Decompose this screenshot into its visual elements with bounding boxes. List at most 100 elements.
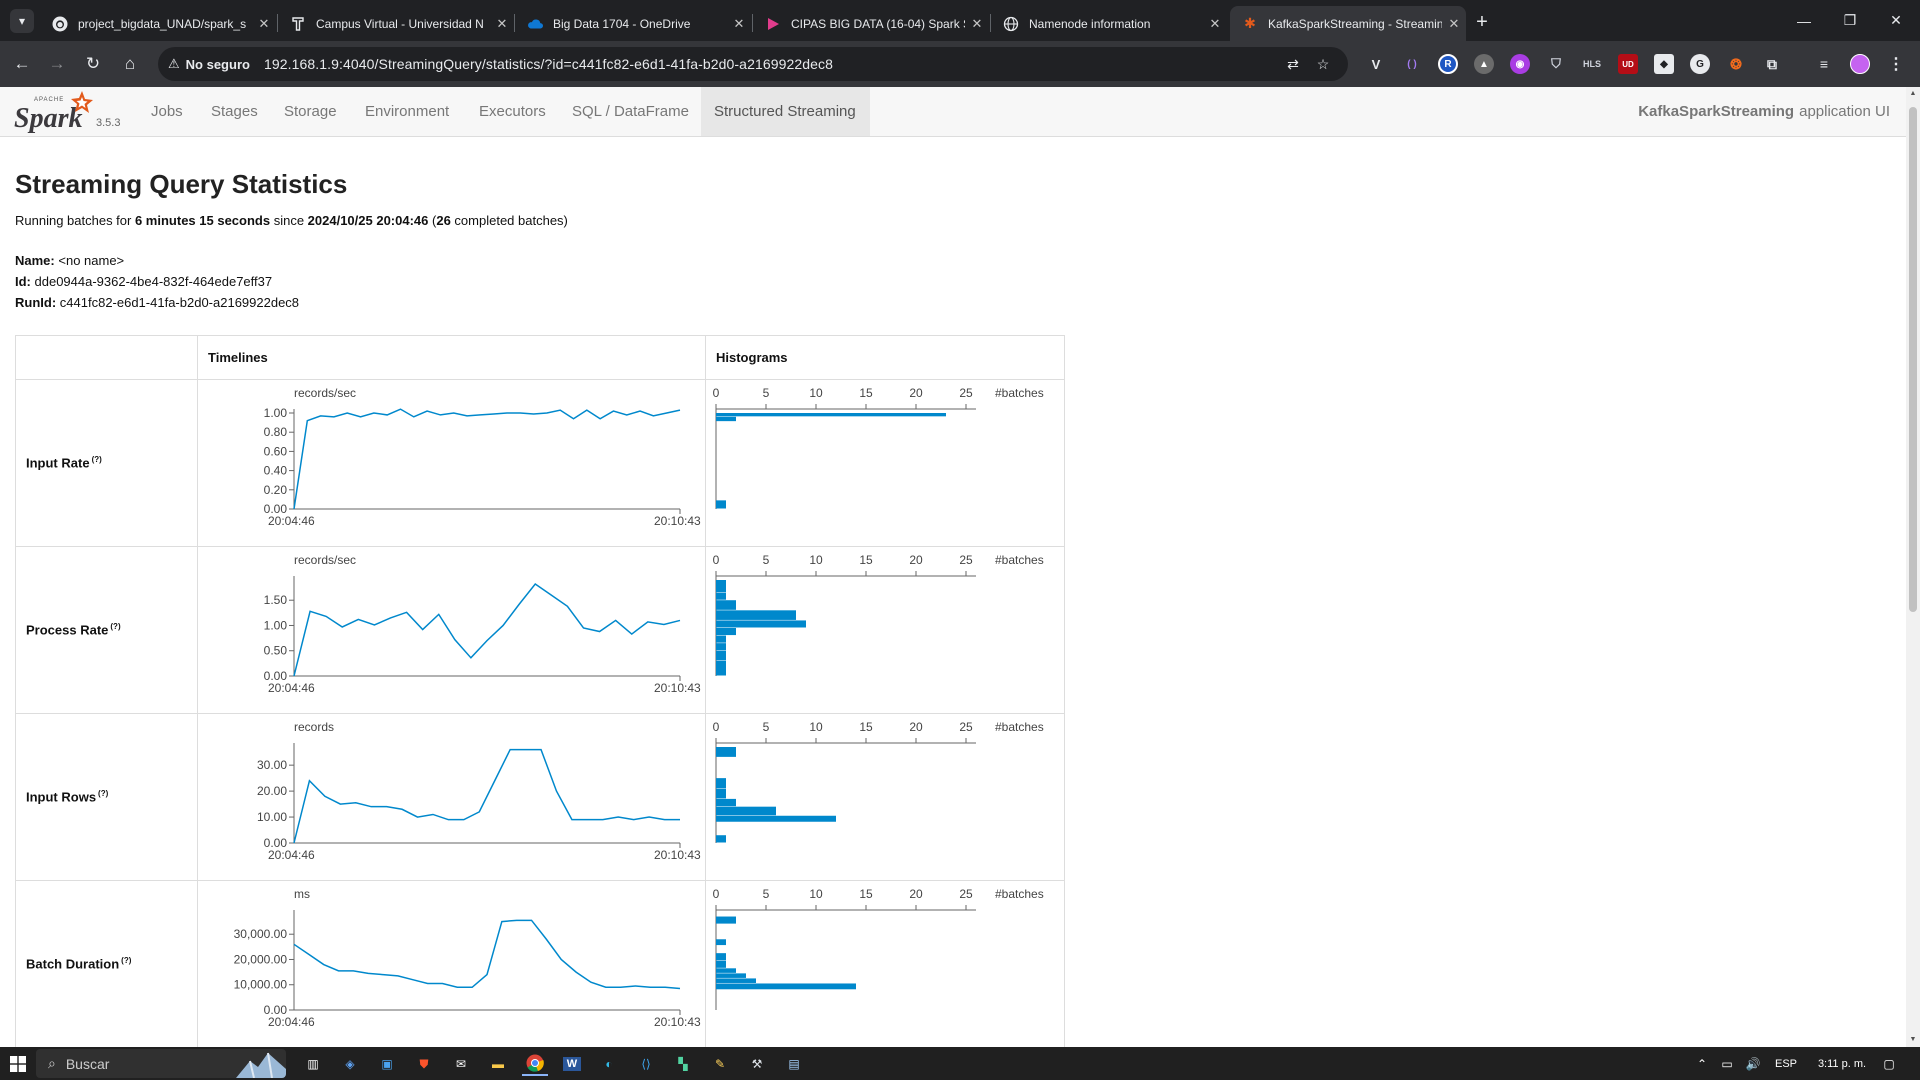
search-placeholder: Buscar (65, 1055, 110, 1072)
scroll-down-icon[interactable]: ▼ (1906, 1033, 1920, 1047)
histogram-process-rate-cell: 0 5 10 15 20 25 #batches (705, 546, 1065, 714)
tools-icon[interactable]: ⚒ (744, 1052, 770, 1076)
tab-cipas[interactable]: CIPAS BIG DATA (16-04) Spark S ✕ (753, 6, 989, 41)
chrome-icon[interactable] (522, 1052, 548, 1076)
box-extension-icon[interactable]: ◆ (1654, 54, 1674, 74)
ublock-extension-icon[interactable]: UD (1618, 54, 1638, 74)
scroll-up-icon[interactable]: ▲ (1906, 87, 1920, 101)
tab-onedrive[interactable]: Big Data 1704 - OneDrive ✕ (515, 6, 751, 41)
clock[interactable]: 3:11 p. m. (1812, 1052, 1872, 1076)
data-point (572, 416, 576, 420)
close-icon[interactable]: ✕ (1442, 16, 1466, 32)
taskbar-search[interactable]: ⌕ Buscar (36, 1049, 286, 1078)
profile-extension-icon[interactable]: R (1438, 54, 1458, 74)
media-control-icon[interactable]: ≡ (1814, 54, 1834, 74)
help-icon[interactable]: (?) (98, 789, 108, 798)
tab-namenode[interactable]: Namenode information ✕ (991, 6, 1227, 41)
histograms-header: Histograms (705, 335, 1065, 380)
bookmark-star-icon[interactable]: ☆ (1313, 54, 1333, 74)
grammarly-extension-icon[interactable]: G (1690, 54, 1710, 74)
nav-jobs[interactable]: Jobs (138, 87, 196, 136)
plus-icon: + (1476, 10, 1488, 33)
data-point (505, 411, 509, 415)
app-icon[interactable]: ▚ (670, 1052, 696, 1076)
home-button[interactable]: ⌂ (115, 49, 145, 79)
task-view-icon[interactable]: ▥ (300, 1052, 326, 1076)
help-icon[interactable]: (?) (92, 455, 102, 464)
data-point (647, 815, 651, 819)
tab-search-button[interactable]: ▾ (10, 9, 34, 33)
nav-storage[interactable]: Storage (271, 87, 350, 136)
security-indicator[interactable]: ⚠ No seguro (168, 56, 260, 72)
nav-sql-dataframe[interactable]: SQL / DataFrame (559, 87, 702, 136)
paint-icon[interactable]: ✎ (707, 1052, 733, 1076)
start-button[interactable] (6, 1052, 30, 1076)
code-extension-icon[interactable]: ( ) (1402, 54, 1422, 74)
shield-extension-icon[interactable]: ⛉ (1546, 54, 1566, 74)
y-tick-label: 0.50 (264, 643, 288, 657)
timeline-input-rate[interactable]: records/sec0.000.200.400.600.801.0020:04… (198, 381, 704, 546)
store-icon[interactable]: ▣ (374, 1052, 400, 1076)
avatar[interactable] (1850, 54, 1870, 74)
volume-icon[interactable]: 🔊 (1742, 1052, 1764, 1076)
close-icon[interactable]: ✕ (1203, 16, 1227, 32)
raven-extension-icon[interactable]: ▲ (1474, 54, 1494, 74)
help-icon[interactable]: (?) (110, 622, 120, 631)
brave-icon[interactable]: ⛊ (411, 1052, 437, 1076)
vertical-scrollbar[interactable]: ▲ ▼ (1906, 87, 1920, 1047)
close-window-button[interactable]: ✕ (1873, 0, 1919, 41)
scrollbar-thumb[interactable] (1909, 107, 1917, 612)
vscode-icon[interactable]: ⟨⟩ (633, 1052, 659, 1076)
word-icon[interactable]: W (562, 1057, 582, 1071)
nav-environment[interactable]: Environment (352, 87, 462, 136)
data-point (366, 971, 370, 975)
swirl-extension-icon[interactable]: ❂ (1726, 54, 1746, 74)
close-icon[interactable]: ✕ (490, 16, 514, 32)
tab-kafka-spark-streaming[interactable]: ✱ KafkaSparkStreaming - Streamin ✕ (1230, 6, 1466, 41)
hist-x-tick-label: 15 (859, 887, 873, 901)
extensions-puzzle-icon[interactable]: ⧉ (1762, 54, 1782, 74)
translate-icon[interactable]: ⇄ (1283, 54, 1303, 74)
summary-suffix: completed batches) (450, 213, 568, 228)
close-icon[interactable]: ✕ (965, 16, 989, 32)
histogram-input-rows[interactable]: 0 5 10 15 20 25 #batches (706, 715, 1063, 880)
reload-button[interactable]: ↻ (78, 49, 108, 79)
data-point (544, 937, 548, 941)
language-indicator[interactable]: ESP (1770, 1052, 1802, 1076)
mail-icon[interactable]: ✉ (448, 1052, 474, 1076)
hls-extension-icon[interactable]: HLS (1582, 54, 1602, 74)
notepad-icon[interactable]: ▤ (781, 1052, 807, 1076)
histogram-process-rate[interactable]: 0 5 10 15 20 25 #batches (706, 548, 1063, 713)
histogram-batch-duration[interactable]: 0 5 10 15 20 25 #batches (706, 882, 1063, 1047)
close-icon[interactable]: ✕ (727, 16, 751, 32)
file-explorer-icon[interactable]: ▬ (485, 1052, 511, 1076)
vivaldi-extension-icon[interactable]: V (1366, 54, 1386, 74)
tray-chevron-icon[interactable]: ⌃ (1694, 1052, 1710, 1076)
metric-input-rows: Input Rows (?) (14, 713, 199, 881)
timeline-process-rate[interactable]: records/sec0.000.501.001.5020:04:46 20:10… (198, 548, 704, 713)
menu-kebab-icon[interactable]: ⋮ (1886, 54, 1906, 74)
network-icon[interactable]: ▭ (1716, 1052, 1738, 1076)
purple-extension-icon[interactable]: ◉ (1510, 54, 1530, 74)
copilot-icon[interactable]: ◈ (337, 1052, 363, 1076)
notifications-icon[interactable]: ▢ (1878, 1052, 1900, 1076)
restore-button[interactable]: ❐ (1827, 0, 1873, 41)
edge-icon[interactable]: ◐ (596, 1052, 622, 1076)
minimize-button[interactable]: — (1781, 0, 1827, 41)
histogram-input-rate[interactable]: 0 5 10 15 20 25 #batches (706, 381, 1063, 546)
close-icon[interactable]: ✕ (252, 16, 276, 32)
timeline-batch-duration[interactable]: ms0.0010,000.0020,000.0030,000.0020:04:4… (198, 882, 704, 1047)
new-tab-button[interactable]: + (1468, 8, 1496, 36)
nav-structured-streaming[interactable]: Structured Streaming (701, 87, 870, 136)
back-button[interactable]: ← (7, 49, 37, 79)
timeline-input-rows[interactable]: records0.0010.0020.0030.0020:04:46 20:10:… (198, 715, 704, 880)
tab-github[interactable]: project_bigdata_UNAD/spark_s ✕ (40, 6, 276, 41)
data-point (345, 411, 349, 415)
nav-stages[interactable]: Stages (198, 87, 271, 136)
spark-logo[interactable]: APACHE Spark (14, 89, 94, 135)
forward-button[interactable]: → (42, 49, 72, 79)
address-bar[interactable]: ⚠ No seguro 192.168.1.9:4040/StreamingQu… (158, 47, 1348, 81)
nav-executors[interactable]: Executors (466, 87, 559, 136)
help-icon[interactable]: (?) (121, 956, 131, 965)
tab-campus[interactable]: Campus Virtual - Universidad N ✕ (278, 6, 514, 41)
